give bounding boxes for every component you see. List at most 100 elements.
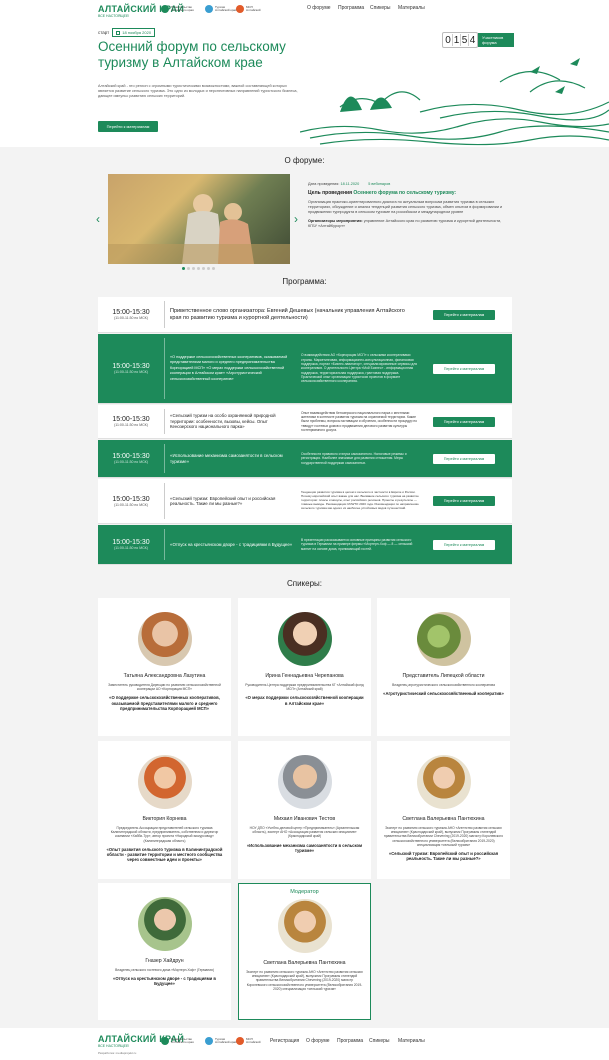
goal-text: Организация практико-ориентированного ди…	[308, 200, 503, 214]
time-range: 15:00-15:30	[112, 495, 150, 503]
speaker-position: Заместитель руководителя Дирекции по раз…	[108, 683, 221, 692]
carousel-dots[interactable]	[182, 267, 215, 270]
partner-msp: МСП Алтайский	[236, 1036, 268, 1046]
speaker-name: Ирина Геннадьевна Черепанова	[265, 673, 344, 679]
speaker-avatar	[416, 755, 471, 809]
page-title: Осенний форум по сельскому туризму в Алт…	[98, 39, 286, 70]
carousel-dot[interactable]	[202, 267, 205, 270]
speaker-position: Эксперт по развитию сельского туризма АН…	[383, 826, 504, 847]
carousel-dot[interactable]	[212, 267, 215, 270]
program-time: 15:00-15:30 (11:00-11:30 по МСК)	[98, 453, 164, 464]
speaker-avatar	[137, 612, 192, 666]
gov-emblem-icon	[161, 5, 169, 13]
carousel-dot[interactable]	[192, 267, 195, 270]
carousel-next-icon[interactable]: ›	[294, 212, 298, 226]
date-label: Дата проведения:	[308, 182, 340, 186]
program-item: 15:00-15:30 (11:00-11:30 по МСК) «Сельски…	[98, 479, 512, 524]
speakers-section-title: Спикеры:	[286, 579, 323, 588]
nav-program[interactable]: Программа	[338, 5, 364, 11]
program-materials-button[interactable]: Перейти к материалам	[433, 453, 495, 464]
tourism-logo-icon	[205, 5, 213, 13]
carousel-dot[interactable]	[207, 267, 210, 270]
program-title: «Отпуск на крестьянском дворе - с традиц…	[170, 541, 293, 547]
goal-prefix: Цель проведения	[308, 190, 353, 196]
program-materials-button[interactable]: Перейти к материалам	[433, 496, 495, 506]
program-materials-button[interactable]: Перейти к материалам	[433, 309, 495, 320]
speaker-name: Светлана Валерьевна Пантюхина	[263, 960, 346, 966]
about-section-title: О форуме:	[284, 156, 325, 165]
hero-section: АЛТАЙСКИЙ КРАЙ ВСЕ НАСТОЯЩЕЕ! Правительс…	[0, 0, 609, 147]
speaker-avatar	[277, 755, 332, 809]
counter-digit: 0	[445, 34, 451, 46]
speaker-topic: «О мерах поддержки сельскохозяйственной …	[245, 695, 364, 706]
speaker-topic: «Агротуристический сельскохозяйственный …	[383, 691, 504, 697]
msp-logo-icon	[236, 5, 244, 13]
time-range: 15:00-15:30	[112, 453, 150, 460]
partner-tourism: Туризм Алтайский край	[205, 4, 237, 14]
counter-digit: 4	[468, 34, 476, 46]
speaker-topic: «О поддержке сельскохозяйственных коопер…	[109, 695, 220, 711]
speaker-topic: «Использование механизма самозанятости в…	[246, 842, 363, 853]
start-date-badge: 18 ноября 2020	[112, 28, 156, 37]
speaker-card: Виктория Корнева Председатель Ассоциации…	[98, 741, 231, 879]
program-text: Тенденции развития туризма в целом и сел…	[301, 490, 419, 510]
footer-nav-about[interactable]: О форуме	[306, 1038, 330, 1044]
forum-photo	[108, 174, 290, 264]
program-item: 15:00-15:30 (11:00-11:30 по МСК) «Использ…	[98, 440, 512, 478]
speaker-name: Представитель Липецкой области	[402, 673, 485, 679]
counter-digit: 1	[452, 34, 460, 46]
footer-nav-program[interactable]: Программа	[337, 1038, 363, 1044]
speaker-card: Гназер Хайдрун Владелец сельского гостев…	[98, 883, 231, 1020]
date-value: 18.11.2020	[340, 182, 360, 186]
program-title: «Сельский туризм на особо охраняемой при…	[170, 413, 276, 430]
speaker-card: Ирина Геннадьевна Черепанова Руководител…	[238, 598, 371, 736]
speaker-position: НОУ ДПО «Учебно-деловой центр «Предприни…	[249, 826, 360, 839]
partner-label: МСП Алтайский	[246, 4, 261, 12]
program-item: 15:00-15:30 (11:00-11:30 по МСК) «О подде…	[98, 334, 512, 404]
counter-digit: 5	[460, 34, 468, 46]
program-materials-button[interactable]: Перейти к материалам	[433, 363, 495, 374]
program-text: Опыт взаимодействия Кенозерского национа…	[301, 410, 417, 432]
speaker-card: Светлана Валерьевна Пантюхина Эксперт по…	[377, 741, 510, 879]
time-msk: (11:00-11:30 по МСК)	[114, 370, 148, 374]
photo-image	[108, 194, 290, 264]
program-time: 15:00-15:30 (11:00-11:30 по МСК)	[98, 416, 164, 427]
goal-heading: Цель проведения Осеннего форума по сельс…	[308, 191, 508, 196]
carousel-dot[interactable]	[182, 267, 185, 270]
speaker-position: Владелец агротуристического сельскохозяй…	[392, 683, 495, 687]
program-materials-button[interactable]: Перейти к материалам	[433, 539, 495, 550]
partner-label: МСП Алтайский	[246, 1036, 261, 1044]
speaker-topic: «Опыт развития сельского туризма в Калин…	[106, 846, 223, 863]
counter-digits: 0 1 5 4	[442, 32, 478, 48]
footer-credit[interactable]: Разработка: mediaprojekt.ru	[98, 1051, 136, 1055]
carousel-dot[interactable]	[197, 267, 200, 270]
time-range: 15:00-15:30	[112, 539, 150, 546]
moderator-card: Модератор Светлана Валерьевна Пантюхина …	[238, 883, 371, 1020]
speaker-name: Татьяна Александровна Лазутина	[123, 673, 206, 679]
hero-materials-button[interactable]: Перейти к материалам	[98, 121, 158, 132]
partner-label: Туризм Алтайский край	[215, 4, 237, 12]
nav-speakers[interactable]: Спикеры	[370, 5, 391, 11]
speaker-name: Виктория Корнева	[142, 816, 187, 822]
program-materials-button[interactable]: Перейти к материалам	[433, 416, 495, 427]
footer-nav-materials[interactable]: Материалы	[398, 1038, 425, 1044]
about-section: ‹ › Дата проведения: 18.11.2020 5 вебина…	[96, 174, 512, 274]
speaker-card: Татьяна Александровна Лазутина Заместите…	[98, 598, 231, 736]
nav-about[interactable]: О форуме	[307, 5, 331, 11]
program-item: 15:00-15:30 (11:00-11:30 по МСК) «Отпуск …	[98, 525, 512, 565]
carousel-prev-icon[interactable]: ‹	[96, 212, 100, 226]
partner-label: Правительство Алтайского края	[171, 4, 194, 12]
time-msk: (11:00-11:30 по МСК)	[114, 460, 148, 464]
speaker-topic: «Отпуск на крестьянском дворе - с традиц…	[113, 976, 216, 987]
footer-nav-speakers[interactable]: Спикеры	[369, 1038, 390, 1044]
speaker-card: Представитель Липецкой области Владелец …	[377, 598, 510, 736]
footer-nav-registration[interactable]: Регистрация	[270, 1038, 299, 1044]
speaker-avatar	[277, 612, 332, 666]
time-msk: (11:00-11:30 по МСК)	[114, 546, 148, 550]
speaker-avatar	[137, 897, 192, 951]
carousel-dot[interactable]	[187, 267, 190, 270]
nav-materials[interactable]: Материалы	[398, 5, 425, 11]
speaker-avatar	[137, 755, 192, 809]
participants-counter: 0 1 5 4 Участников форума	[442, 32, 514, 48]
program-time: 15:00-15:30 (11:00-11:30 по МСК)	[98, 363, 164, 374]
